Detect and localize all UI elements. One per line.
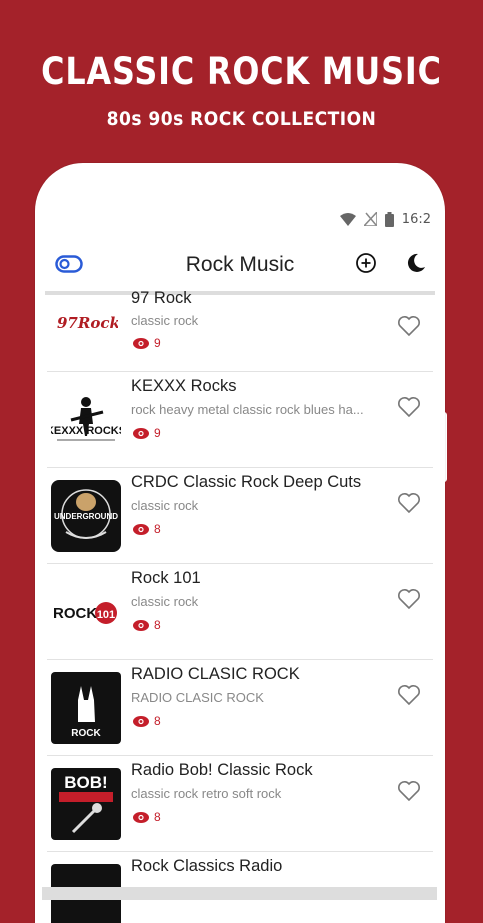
views-count: 8 xyxy=(154,810,161,824)
station-name: KEXXX Rocks xyxy=(131,377,237,395)
list-item[interactable]: ROCK RADIO CLASIC ROCK RADIO CLASIC ROCK… xyxy=(47,660,433,756)
signal-icon xyxy=(363,212,377,226)
station-views: 8 xyxy=(133,810,161,824)
promo-title: CLASSIC ROCK MUSIC xyxy=(41,50,442,93)
svg-text:ROCK: ROCK xyxy=(71,728,101,739)
list-item[interactable]: 97Rock 97 Rock classic rock 9 xyxy=(47,289,433,372)
station-views: 9 xyxy=(133,426,161,440)
views-count: 8 xyxy=(154,522,161,536)
views-count: 8 xyxy=(154,618,161,632)
eye-icon xyxy=(133,811,149,823)
views-count: 9 xyxy=(154,336,161,350)
station-name: Rock 101 xyxy=(131,569,201,587)
station-logo-97rock: 97Rock xyxy=(57,314,118,332)
wifi-icon xyxy=(339,212,356,226)
station-description: classic rock xyxy=(131,594,199,609)
status-time: 16:2 xyxy=(401,211,431,227)
battery-icon xyxy=(384,211,394,227)
promo-subtitle: 80s 90s ROCK COLLECTION xyxy=(106,108,377,130)
favorite-heart-icon[interactable] xyxy=(397,315,421,337)
eye-icon xyxy=(133,427,149,439)
views-count: 8 xyxy=(154,714,161,728)
add-circle-icon[interactable] xyxy=(355,252,377,274)
favorite-heart-icon[interactable] xyxy=(397,780,421,802)
favorite-heart-icon[interactable] xyxy=(397,492,421,514)
station-description: classic rock xyxy=(131,498,199,513)
dark-mode-moon-icon[interactable] xyxy=(405,252,427,274)
station-name: Rock Classics Radio xyxy=(131,857,283,875)
station-logo: UNDERGROUND xyxy=(51,480,121,552)
station-logo-rock101: ROCK 101 xyxy=(53,602,117,624)
station-logo: ROCK xyxy=(51,672,121,744)
svg-text:97Rock: 97Rock xyxy=(57,314,118,332)
station-logo: ROCK 101 xyxy=(51,576,121,648)
views-count: 9 xyxy=(154,426,161,440)
bottom-gray-bar xyxy=(42,887,437,900)
station-description: classic rock retro soft rock xyxy=(131,786,282,801)
eye-icon xyxy=(133,619,149,631)
eye-icon xyxy=(133,337,149,349)
station-logo: KEXXX ROCKS xyxy=(51,384,121,456)
page-title: Rock Music xyxy=(185,253,295,276)
list-item[interactable]: ROCK 101 Rock 101 classic rock 8 xyxy=(47,564,433,660)
svg-text:101: 101 xyxy=(97,609,115,621)
station-views: 8 xyxy=(133,714,161,728)
svg-text:KEXXX ROCKS: KEXXX ROCKS xyxy=(51,425,121,437)
app-bar: Rock Music xyxy=(35,243,445,293)
station-logo-underground: UNDERGROUND xyxy=(54,489,118,539)
svg-text:ROCK: ROCK xyxy=(53,605,97,622)
favorite-heart-icon[interactable] xyxy=(397,684,421,706)
station-description: RADIO CLASIC ROCK xyxy=(131,690,264,705)
list-item[interactable]: BOB! Radio Bob! Classic Rock classic roc… xyxy=(47,756,433,852)
station-logo-bob: BOB! xyxy=(59,773,113,834)
station-list: 97Rock 97 Rock classic rock 9 KEXXX ROCK… xyxy=(35,289,445,923)
station-logo: 97Rock xyxy=(51,293,121,349)
station-logo: BOB! xyxy=(51,768,121,840)
svg-text:UNDERGROUND: UNDERGROUND xyxy=(54,512,118,521)
station-name: 97 Rock xyxy=(131,289,192,307)
station-name: CRDC Classic Rock Deep Cuts xyxy=(131,473,362,491)
status-bar: 16:2 xyxy=(339,209,431,229)
list-item[interactable]: UNDERGROUND CRDC Classic Rock Deep Cuts … xyxy=(47,468,433,564)
eye-icon xyxy=(133,715,149,727)
station-description: classic rock xyxy=(131,313,199,328)
station-name: Radio Bob! Classic Rock xyxy=(131,761,313,779)
station-description: rock heavy metal classic rock blues ha..… xyxy=(131,402,364,417)
favorite-heart-icon[interactable] xyxy=(397,588,421,610)
eye-icon xyxy=(133,523,149,535)
station-logo-kexxx: KEXXX ROCKS xyxy=(51,397,121,441)
list-item[interactable]: KEXXX ROCKS KEXXX Rocks rock heavy metal… xyxy=(47,372,433,468)
favorite-heart-icon[interactable] xyxy=(397,396,421,418)
svg-text:BOB!: BOB! xyxy=(64,773,107,792)
station-name: RADIO CLASIC ROCK xyxy=(131,665,300,683)
phone-screen: 16:2 Rock Music 97Rock 97 Rock classic r… xyxy=(35,163,445,923)
station-views: 8 xyxy=(133,618,161,632)
station-views: 8 xyxy=(133,522,161,536)
station-logo-rock-hand: ROCK xyxy=(71,686,101,739)
station-views: 9 xyxy=(133,336,161,350)
